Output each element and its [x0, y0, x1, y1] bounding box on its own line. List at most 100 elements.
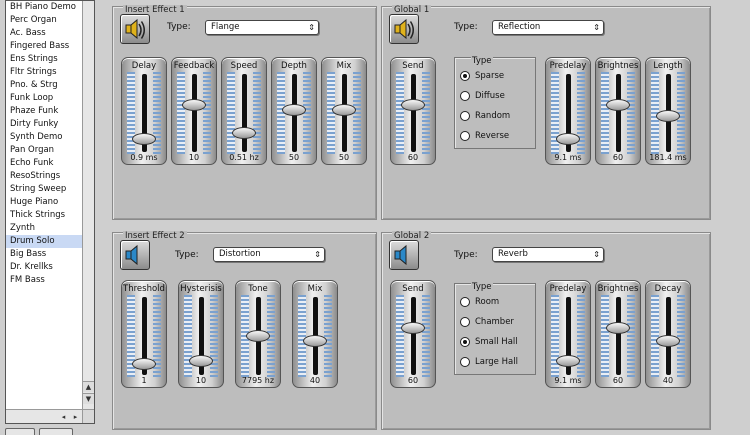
global-1-panel: Global 1 Type: Reflection ⇕ Send 60 Type … — [381, 5, 711, 220]
scroll-left-arrow-icon[interactable]: ◂ — [58, 412, 69, 422]
slider-feedback[interactable]: Feedback 10 — [171, 57, 217, 165]
preset-item-echo-funk[interactable]: Echo Funk — [6, 157, 83, 170]
radio-button-icon[interactable] — [460, 91, 470, 101]
preset-item-huge-piano[interactable]: Huge Piano — [6, 196, 83, 209]
scroll-corner — [82, 409, 94, 423]
type-select-value: Reflection — [498, 22, 541, 32]
preset-item-dr-krellks[interactable]: Dr. Krellks — [6, 261, 83, 274]
slider-value: 1 — [141, 376, 147, 385]
slider-value: 50 — [288, 153, 300, 162]
slider-predelay[interactable]: Predelay 9.1 ms — [545, 280, 591, 388]
slider-thumb[interactable] — [189, 355, 213, 368]
preset-item-thick-strings[interactable]: Thick Strings — [6, 209, 83, 222]
slider-decay[interactable]: Decay 40 — [645, 280, 691, 388]
slider-thumb[interactable] — [282, 103, 306, 116]
preset-item-synth-demo[interactable]: Synth Demo — [6, 131, 83, 144]
preset-item-ac-bass[interactable]: Ac. Bass — [6, 27, 83, 40]
radio-button-icon[interactable] — [460, 131, 470, 141]
slider-threshold[interactable]: Threshold 1 — [121, 280, 167, 388]
slider-thumb[interactable] — [232, 126, 256, 139]
slider-send[interactable]: Send 60 — [390, 280, 436, 388]
slider-tone[interactable]: Tone 7795 hz — [235, 280, 281, 388]
slider-brightnes[interactable]: Brightnes 60 — [595, 57, 641, 165]
scroll-down-arrow-icon[interactable]: ▼ — [83, 393, 94, 404]
speaker-on-icon[interactable] — [120, 14, 150, 44]
bottom-tab-1[interactable] — [5, 428, 35, 435]
slider-label: Feedback — [173, 61, 215, 71]
speaker-on-icon[interactable] — [389, 14, 419, 44]
slider-label: Predelay — [549, 61, 587, 71]
speaker-off-icon[interactable] — [389, 240, 419, 270]
slider-value: 9.1 ms — [554, 376, 582, 385]
slider-thumb[interactable] — [182, 99, 206, 112]
preset-item-pan-organ[interactable]: Pan Organ — [6, 144, 83, 157]
preset-item-fingered-bass[interactable]: Fingered Bass — [6, 40, 83, 53]
slider-value: 10 — [195, 376, 207, 385]
radio-button-icon[interactable] — [460, 357, 470, 367]
preset-list[interactable]: BH Piano Demo Perc Organ Ac. Bass Fingered … — [5, 0, 95, 424]
preset-item-dirty-funky[interactable]: Dirty Funky — [6, 118, 83, 131]
scroll-right-arrow-icon[interactable]: ▸ — [70, 412, 81, 422]
slider-hysterisis[interactable]: Hysterisis 10 — [178, 280, 224, 388]
slider-track — [616, 297, 621, 375]
slider-thumb[interactable] — [401, 322, 425, 335]
slider-send[interactable]: Send 60 — [390, 57, 436, 165]
type-select[interactable]: Reverb ⇕ — [492, 247, 604, 262]
insert-effect-2-panel: Insert Effect 2 Type: Distortion ⇕ Thres… — [112, 231, 377, 430]
slider-thumb[interactable] — [132, 357, 156, 370]
vertical-scrollbar[interactable]: ▲ ▼ — [82, 1, 94, 409]
slider-delay[interactable]: Delay 0.9 ms — [121, 57, 167, 165]
preset-item-funk-loop[interactable]: Funk Loop — [6, 92, 83, 105]
preset-item-string-sweep[interactable]: String Sweep — [6, 183, 83, 196]
bottom-tabs — [5, 428, 95, 435]
slider-thumb[interactable] — [606, 99, 630, 112]
slider-thumb[interactable] — [246, 330, 270, 342]
slider-length[interactable]: Length 181.4 ms — [645, 57, 691, 165]
preset-item-fltr-strings[interactable]: Fltr Strings — [6, 66, 83, 79]
slider-depth[interactable]: Depth 50 — [271, 57, 317, 165]
slider-value: 60 — [407, 153, 419, 162]
slider-speed[interactable]: Speed 0.51 hz — [221, 57, 267, 165]
preset-item-ens-strings[interactable]: Ens Strings — [6, 53, 83, 66]
select-arrows-icon: ⇕ — [593, 250, 600, 259]
select-arrows-icon: ⇕ — [314, 250, 321, 259]
slider-mix[interactable]: Mix 50 — [321, 57, 367, 165]
slider-value: 9.1 ms — [554, 153, 582, 162]
slider-thumb[interactable] — [606, 322, 630, 335]
slider-brightnes[interactable]: Brightnes 60 — [595, 280, 641, 388]
radio-button-icon[interactable] — [460, 297, 470, 307]
preset-item-drum-solo[interactable]: Drum Solo — [6, 235, 83, 248]
type-select[interactable]: Distortion ⇕ — [213, 247, 325, 262]
slider-predelay[interactable]: Predelay 9.1 ms — [545, 57, 591, 165]
radio-button-icon[interactable] — [460, 337, 470, 347]
radio-button-icon[interactable] — [460, 111, 470, 121]
slider-track — [616, 74, 621, 152]
slider-label: Send — [402, 284, 424, 294]
preset-item-fm-bass[interactable]: FM Bass — [6, 274, 83, 287]
slider-label: Brightnes — [597, 61, 639, 71]
slider-label: Mix — [336, 61, 352, 71]
slider-value: 50 — [338, 153, 350, 162]
preset-item-bh-piano-demo[interactable]: BH Piano Demo — [6, 1, 83, 14]
radio-label: Diffuse — [475, 91, 505, 101]
radio-button-icon[interactable] — [460, 317, 470, 327]
preset-item-zynth[interactable]: Zynth — [6, 222, 83, 235]
preset-item-resostrings[interactable]: ResoStrings — [6, 170, 83, 183]
slider-thumb[interactable] — [401, 99, 425, 112]
slider-thumb[interactable] — [332, 103, 356, 116]
preset-item-phaze-funk[interactable]: Phaze Funk — [6, 105, 83, 118]
slider-mix[interactable]: Mix 40 — [292, 280, 338, 388]
preset-item-big-bass[interactable]: Big Bass — [6, 248, 83, 261]
preset-item-perc-organ[interactable]: Perc Organ — [6, 14, 83, 27]
preset-items: BH Piano Demo Perc Organ Ac. Bass Fingered … — [6, 1, 83, 287]
type-select[interactable]: Flange ⇕ — [205, 20, 319, 35]
type-radio-group: Type Room Chamber Small Hall Large Hall — [454, 282, 536, 375]
scroll-up-arrow-icon[interactable]: ▲ — [83, 381, 94, 392]
type-select[interactable]: Reflection ⇕ — [492, 20, 604, 35]
speaker-off-icon[interactable] — [120, 240, 150, 270]
preset-item-pno-strg[interactable]: Pno. & Strg — [6, 79, 83, 92]
bottom-tab-2[interactable] — [39, 428, 73, 435]
slider-thumb[interactable] — [556, 355, 580, 368]
horizontal-scrollbar[interactable]: ◂ ▸ — [6, 409, 83, 423]
radio-button-icon[interactable] — [460, 71, 470, 81]
